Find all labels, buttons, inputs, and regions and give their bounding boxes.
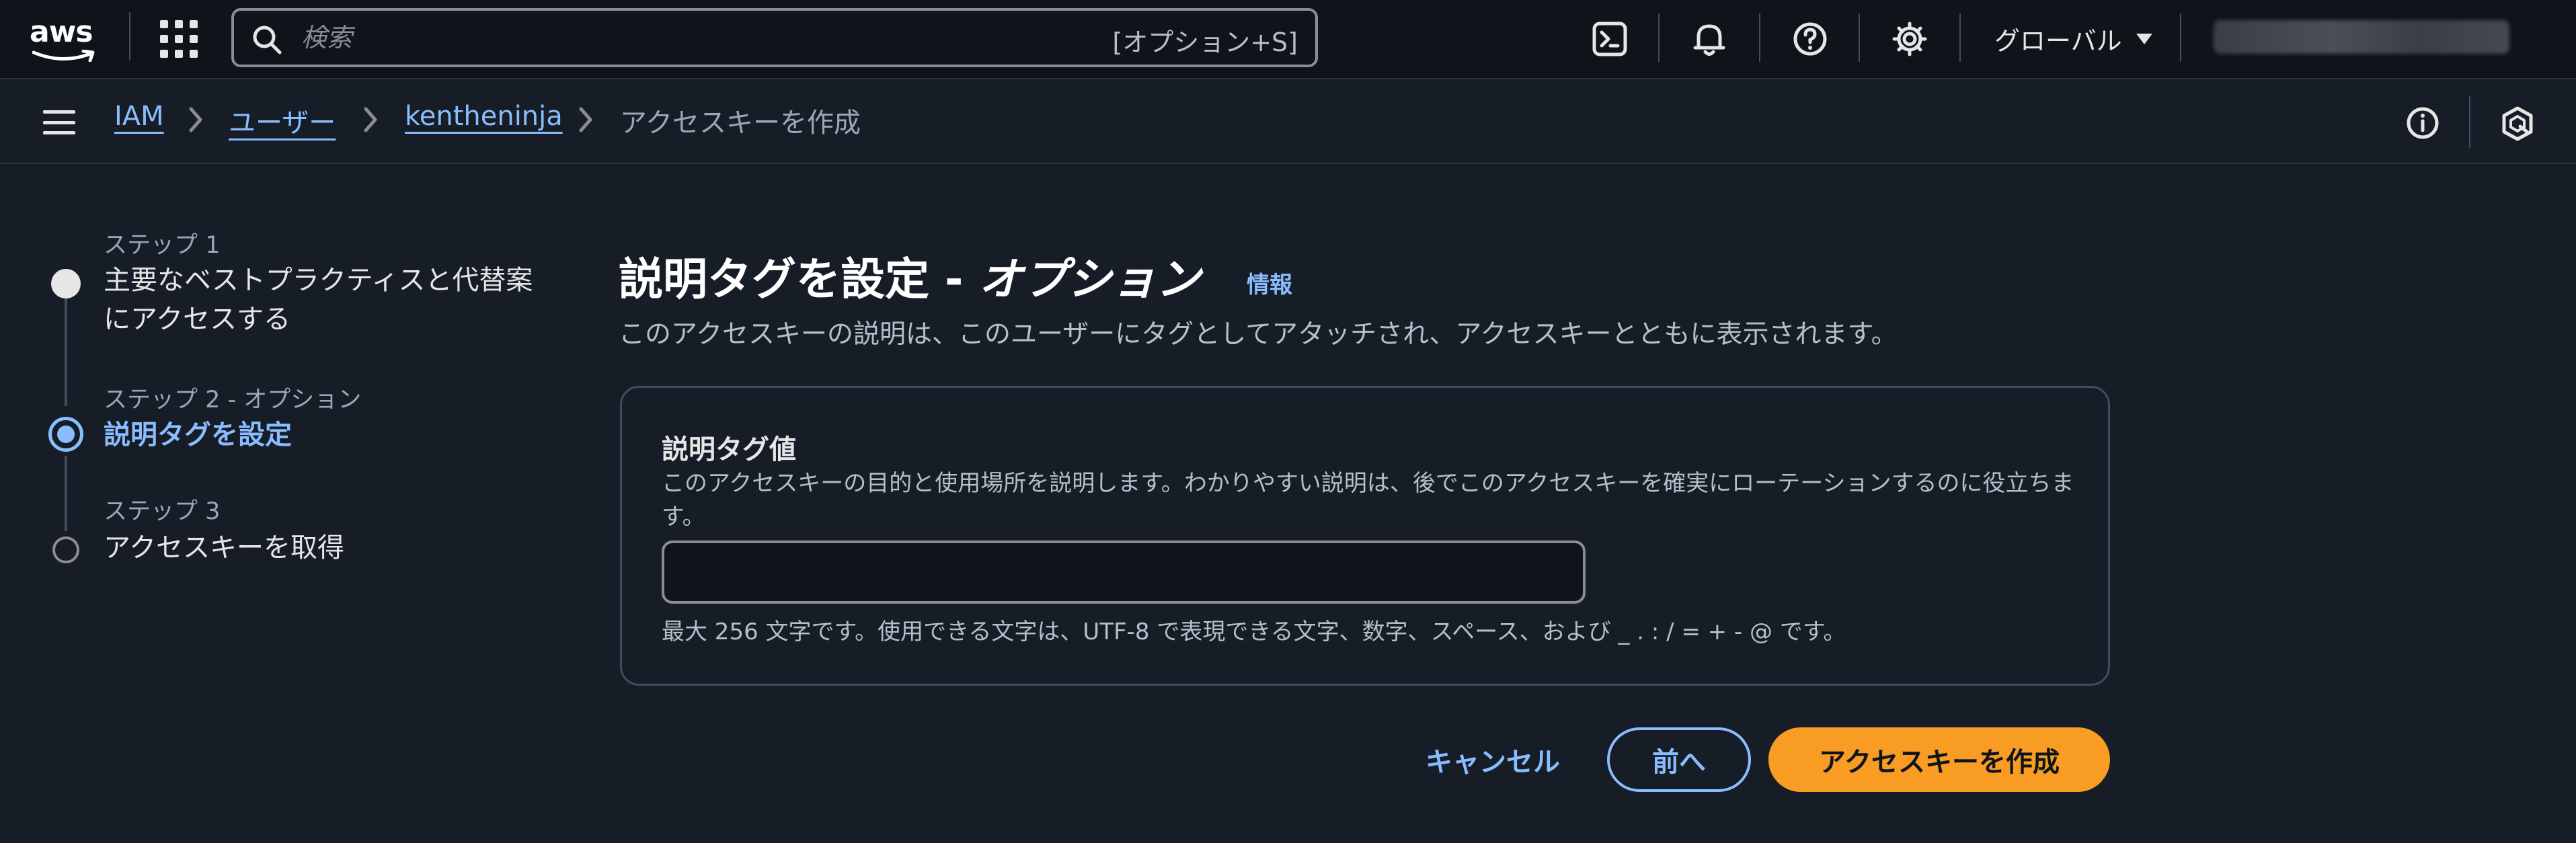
step-2-title-line: 説明タグを設定 — [104, 419, 292, 450]
gear-icon — [1892, 22, 1927, 56]
step-1-title[interactable]: 主要なベストプラクティスと代替案 にアクセスする — [104, 261, 533, 339]
description-tag-label: 説明タグ値 — [662, 434, 796, 465]
grid-icon[interactable] — [160, 20, 198, 58]
cloudshell-icon — [1592, 22, 1627, 56]
amazon-q-icon[interactable] — [2500, 106, 2535, 141]
info-link[interactable]: 情報 — [1247, 266, 1292, 299]
region-label: グローバル — [1994, 26, 2122, 56]
breadcrumb-current-page: アクセスキーを作成 — [620, 108, 861, 138]
aws-logo[interactable]: aws — [30, 15, 100, 62]
page-title: 説明タグを設定 - オプション — [619, 243, 1200, 308]
step-1-indicator — [51, 269, 81, 298]
step-2-label: ステップ 2 - オプション — [104, 387, 362, 413]
breadcrumb-iam[interactable]: IAM — [114, 101, 164, 132]
nav-divider — [1759, 13, 1760, 62]
step-3-title-line: アクセスキーを取得 — [104, 532, 344, 563]
account-menu[interactable] — [2214, 20, 2509, 54]
help-button[interactable] — [1790, 19, 1830, 59]
chevron-right-icon — [579, 107, 592, 132]
top-navigation: aws [オプション+S] — [0, 0, 2576, 79]
aws-logo-text: aws — [30, 15, 93, 49]
cancel-button[interactable]: キャンセル — [1392, 727, 1594, 792]
page-title-optional: オプション — [978, 253, 1201, 305]
notifications-button[interactable] — [1689, 19, 1729, 59]
search-icon — [253, 26, 282, 54]
description-tag-help-text: このアクセスキーの目的と使用場所を説明します。わかりやすい説明は、後でこのアクセ… — [662, 470, 2074, 530]
region-selector[interactable]: グローバル — [1994, 20, 2153, 57]
chevron-right-icon — [364, 107, 377, 132]
previous-button[interactable]: 前へ — [1607, 727, 1751, 792]
cloudshell-button[interactable] — [1590, 19, 1630, 59]
step-1-label: ステップ 1 — [104, 232, 221, 259]
page-description: このアクセスキーの説明は、このユーザーにタグとしてアタッチされ、アクセスキーとと… — [619, 319, 1898, 350]
description-tag-input[interactable] — [662, 540, 1586, 604]
aws-smile-icon — [32, 50, 95, 62]
breadcrumb-bar: IAM ユーザー kentheninja アクセスキーを作成 — [0, 81, 2576, 164]
step-1-title-line: にアクセスする — [104, 304, 290, 335]
help-icon — [1793, 22, 1827, 56]
step-3-label: ステップ 3 — [104, 498, 221, 525]
breadcrumb-user-name[interactable]: kentheninja — [405, 101, 563, 132]
step-2-indicator — [48, 417, 83, 452]
nav-divider — [2180, 13, 2181, 62]
step-2-title: 説明タグを設定 — [104, 415, 292, 454]
toolbar-divider — [2469, 95, 2470, 148]
nav-divider — [1658, 13, 1660, 62]
nav-divider — [129, 12, 130, 61]
step-3-title: アクセスキーを取得 — [104, 528, 344, 567]
chevron-right-icon — [189, 107, 202, 132]
step-connector — [65, 297, 67, 406]
search-shortcut-hint: [オプション+S] — [1112, 28, 1298, 57]
search-input[interactable] — [301, 16, 1041, 59]
step-1-title-line: 主要なベストプラクティスと代替案 — [104, 265, 533, 296]
create-access-key-button[interactable]: アクセスキーを作成 — [1768, 727, 2110, 792]
search-box[interactable]: [オプション+S] — [231, 8, 1318, 67]
step-3-indicator — [52, 536, 79, 563]
nav-divider — [1859, 13, 1860, 62]
info-panel-icon[interactable] — [2406, 106, 2440, 140]
description-tag-constraint-text: 最大 256 文字です。使用できる文字は、UTF-8 で表現できる文字、数字、ス… — [662, 618, 1846, 645]
hamburger-menu-icon[interactable] — [43, 110, 75, 134]
breadcrumb-users[interactable]: ユーザー — [229, 101, 336, 140]
bell-icon — [1693, 24, 1725, 56]
caret-down-icon — [2136, 33, 2152, 44]
step-connector — [65, 456, 67, 531]
nav-divider — [1959, 13, 1961, 62]
page-title-main: 説明タグを設定 - — [619, 253, 979, 305]
settings-button[interactable] — [1889, 19, 1930, 59]
